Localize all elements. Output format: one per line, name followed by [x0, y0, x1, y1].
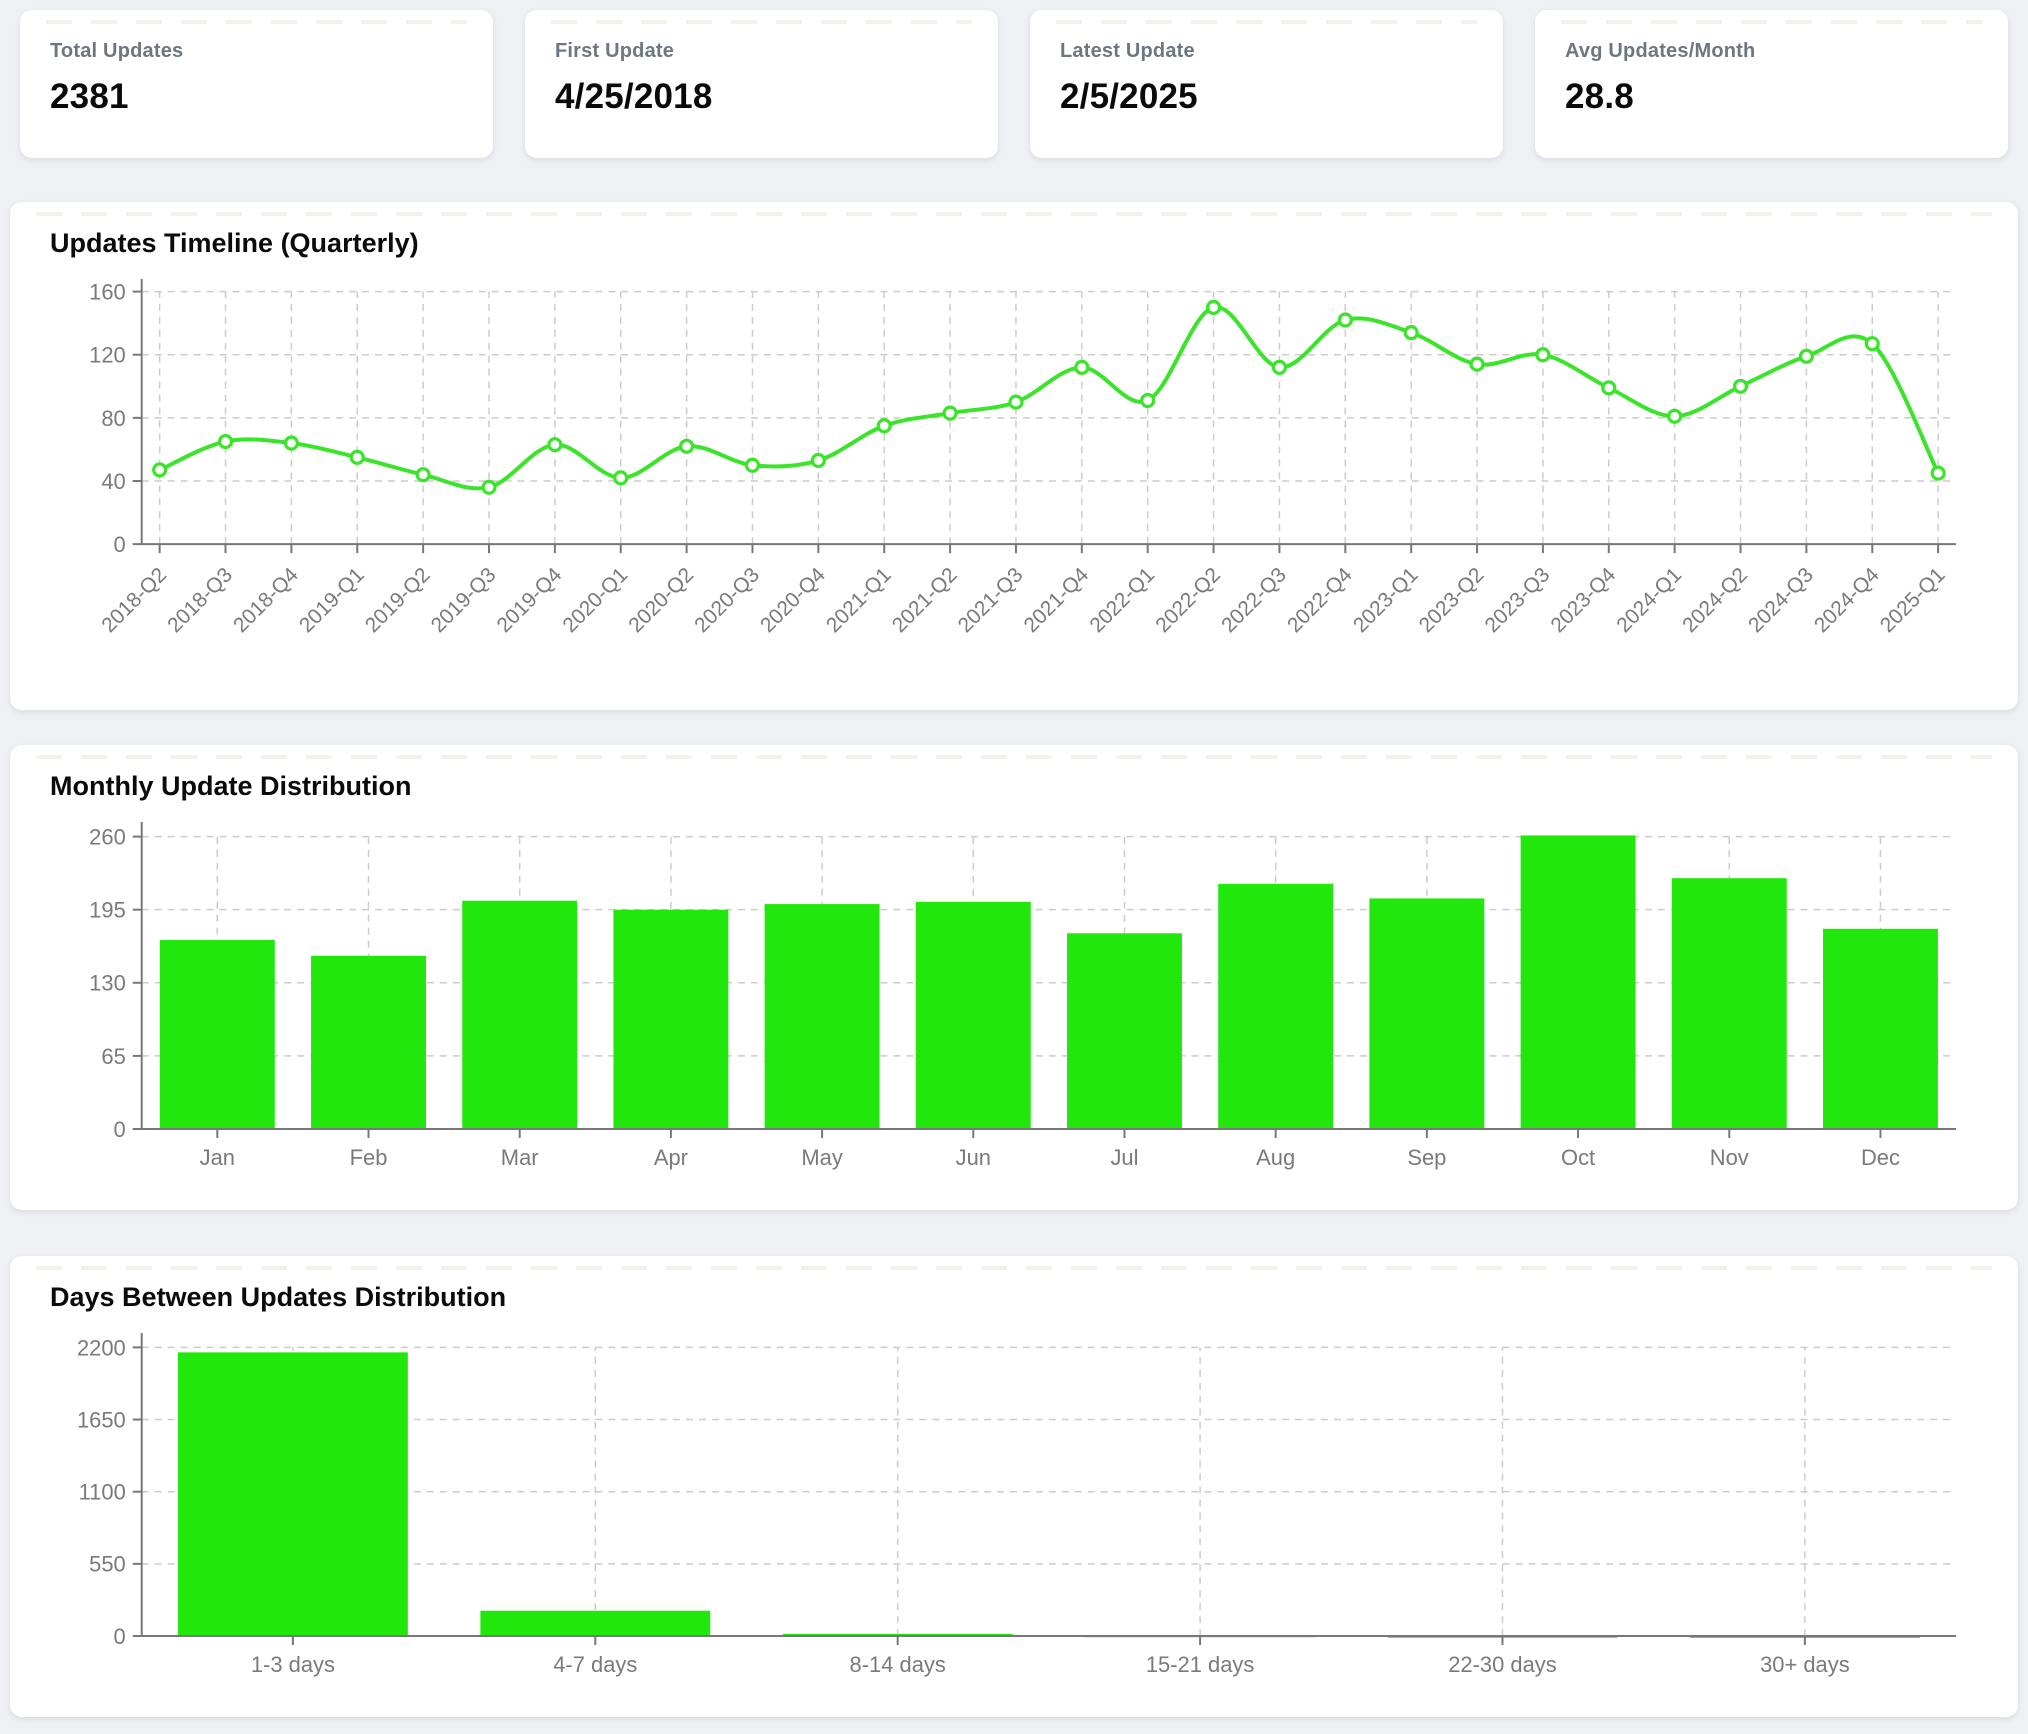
svg-text:2022-Q4: 2022-Q4: [1283, 563, 1357, 637]
svg-text:1650: 1650: [77, 1407, 126, 1432]
svg-text:120: 120: [89, 343, 126, 368]
svg-text:15-21 days: 15-21 days: [1146, 1652, 1255, 1677]
stat-label: Total Updates: [50, 40, 463, 63]
svg-text:Oct: Oct: [1561, 1145, 1595, 1170]
panel-title: Days Between Updates Distribution: [50, 1282, 1986, 1313]
monthly-distribution-chart: 0 65 130 195 260 Jan Feb Mar Apr May Jun Jul Aug Sep O…: [42, 808, 1986, 1184]
svg-text:2024-Q3: 2024-Q3: [1744, 563, 1818, 637]
svg-text:Nov: Nov: [1710, 1145, 1749, 1170]
days-between-distribution-chart: 0 550 1100 1650 2200 1-3 days 4-7 days 8-14 day…: [42, 1319, 1986, 1691]
svg-text:2020-Q3: 2020-Q3: [690, 563, 764, 637]
svg-text:2019-Q1: 2019-Q1: [295, 563, 369, 637]
svg-text:2019-Q4: 2019-Q4: [493, 563, 567, 637]
stat-value: 4/25/2018: [555, 77, 968, 117]
svg-text:260: 260: [89, 824, 126, 849]
svg-text:Mar: Mar: [501, 1145, 539, 1170]
svg-text:22-30 days: 22-30 days: [1448, 1652, 1557, 1677]
panel-title: Updates Timeline (Quarterly): [50, 228, 1986, 259]
svg-text:2200: 2200: [77, 1335, 126, 1360]
svg-text:2020-Q4: 2020-Q4: [756, 563, 830, 637]
svg-text:Sep: Sep: [1407, 1145, 1446, 1170]
svg-text:2022-Q1: 2022-Q1: [1085, 563, 1159, 637]
stat-value: 2/5/2025: [1060, 77, 1473, 117]
svg-text:1100: 1100: [79, 1480, 126, 1505]
svg-text:Dec: Dec: [1861, 1145, 1900, 1170]
stat-label: First Update: [555, 40, 968, 63]
svg-text:May: May: [801, 1145, 842, 1170]
svg-text:4-7 days: 4-7 days: [553, 1652, 637, 1677]
svg-text:2021-Q3: 2021-Q3: [954, 563, 1028, 637]
svg-text:2023-Q2: 2023-Q2: [1415, 563, 1489, 637]
svg-text:Aug: Aug: [1256, 1145, 1295, 1170]
svg-text:2021-Q4: 2021-Q4: [1020, 563, 1094, 637]
svg-text:Jul: Jul: [1110, 1145, 1138, 1170]
svg-text:2021-Q2: 2021-Q2: [888, 563, 962, 637]
svg-text:40: 40: [101, 469, 125, 494]
svg-text:2019-Q3: 2019-Q3: [427, 563, 501, 637]
svg-text:550: 550: [89, 1552, 126, 1577]
panel-updates-timeline: Updates Timeline (Quarterly) 0 40 80 120 160…: [10, 202, 2018, 710]
svg-text:8-14 days: 8-14 days: [850, 1652, 946, 1677]
svg-text:30+ days: 30+ days: [1760, 1652, 1850, 1677]
svg-text:130: 130: [89, 971, 126, 996]
svg-text:2018-Q2: 2018-Q2: [97, 563, 171, 637]
svg-text:0: 0: [114, 1117, 126, 1142]
svg-text:2020-Q1: 2020-Q1: [558, 563, 632, 637]
stat-card-latest-update: Latest Update 2/5/2025: [1030, 10, 1503, 158]
svg-text:2019-Q2: 2019-Q2: [361, 563, 435, 637]
svg-text:0: 0: [114, 532, 126, 557]
stat-card-avg-updates-month: Avg Updates/Month 28.8: [1535, 10, 2008, 158]
stat-value: 28.8: [1565, 77, 1978, 117]
stat-value: 2381: [50, 77, 463, 117]
updates-timeline-chart: 040801201602018-Q22018-Q32018-Q42019-Q12…: [42, 265, 1986, 684]
stats-row: Total Updates 2381 First Update 4/25/201…: [0, 0, 2028, 158]
panel-title: Monthly Update Distribution: [50, 771, 1986, 802]
svg-text:1-3 days: 1-3 days: [251, 1652, 335, 1677]
svg-text:Feb: Feb: [350, 1145, 388, 1170]
svg-text:Jan: Jan: [200, 1145, 235, 1170]
svg-text:2018-Q4: 2018-Q4: [229, 563, 303, 637]
svg-text:Jun: Jun: [956, 1145, 991, 1170]
svg-text:2025-Q1: 2025-Q1: [1876, 563, 1950, 637]
svg-text:0: 0: [114, 1624, 126, 1649]
panel-days-between-distribution: Days Between Updates Distribution 0 550 11…: [10, 1256, 2018, 1717]
svg-text:Apr: Apr: [654, 1145, 688, 1170]
svg-text:2023-Q3: 2023-Q3: [1481, 563, 1555, 637]
svg-text:2024-Q2: 2024-Q2: [1678, 563, 1752, 637]
svg-text:2023-Q4: 2023-Q4: [1546, 563, 1620, 637]
svg-text:2018-Q3: 2018-Q3: [163, 563, 237, 637]
svg-text:2024-Q1: 2024-Q1: [1612, 563, 1686, 637]
svg-text:2023-Q1: 2023-Q1: [1349, 563, 1423, 637]
svg-text:2022-Q2: 2022-Q2: [1151, 563, 1225, 637]
stat-card-total-updates: Total Updates 2381: [20, 10, 493, 158]
svg-text:2022-Q3: 2022-Q3: [1217, 563, 1291, 637]
svg-text:65: 65: [101, 1044, 125, 1069]
svg-text:195: 195: [89, 898, 126, 923]
svg-text:160: 160: [89, 279, 126, 304]
svg-text:2020-Q2: 2020-Q2: [624, 563, 698, 637]
panel-monthly-distribution: Monthly Update Distribution 0 65 130 195 260…: [10, 745, 2018, 1210]
stat-label: Avg Updates/Month: [1565, 40, 1978, 63]
stat-label: Latest Update: [1060, 40, 1473, 63]
stat-card-first-update: First Update 4/25/2018: [525, 10, 998, 158]
svg-text:2021-Q1: 2021-Q1: [822, 563, 896, 637]
svg-text:80: 80: [101, 406, 125, 431]
svg-text:2024-Q4: 2024-Q4: [1810, 563, 1884, 637]
